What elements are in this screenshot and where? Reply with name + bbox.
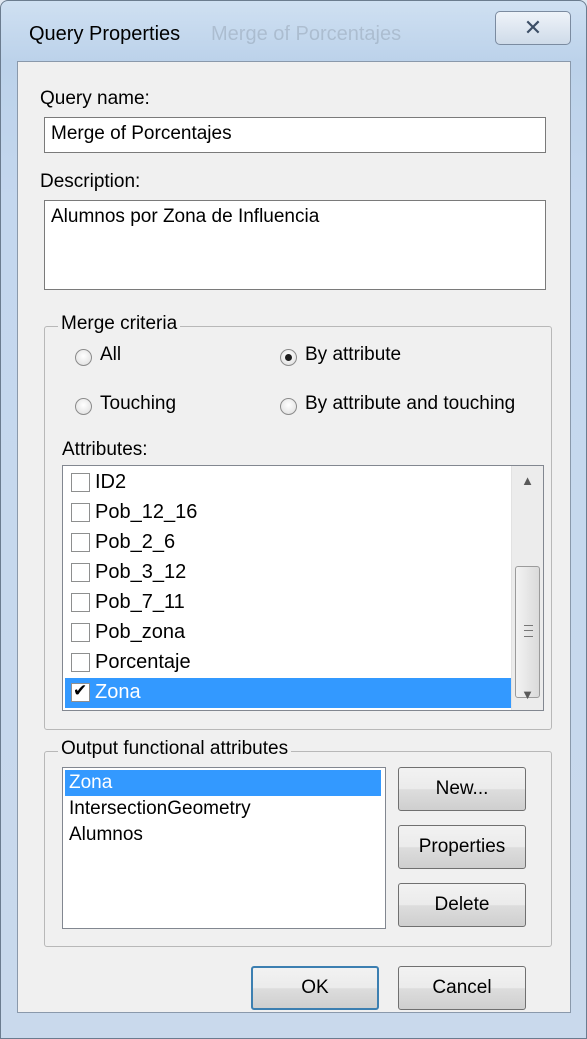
scroll-grip-icon	[524, 625, 533, 637]
properties-button[interactable]: Properties	[398, 825, 526, 869]
radio-all-label[interactable]: All	[100, 344, 121, 366]
new-button-label: New...	[435, 778, 489, 799]
query-name-label: Query name:	[40, 88, 150, 109]
cancel-button-label: Cancel	[432, 977, 492, 998]
scroll-down-icon[interactable]: ▼	[512, 680, 543, 710]
attribute-checkbox[interactable]	[71, 623, 90, 642]
cancel-button[interactable]: Cancel	[398, 966, 526, 1010]
attribute-item-id2[interactable]: ID2	[65, 468, 511, 498]
output-attributes-title: Output functional attributes	[58, 738, 292, 760]
radio-by-attribute-label[interactable]: By attribute	[305, 344, 401, 366]
attribute-item-label: Pob_2_6	[95, 531, 176, 553]
dialog-body: Query name: Merge of Porcentajes Descrip…	[17, 61, 571, 1013]
output-item-label: Zona	[69, 772, 113, 793]
attribute-item-pob-2-6[interactable]: Pob_2_6	[65, 528, 511, 558]
attribute-item-label: Porcentaje	[95, 651, 191, 673]
dialog-title: Query Properties	[29, 23, 181, 45]
scroll-thumb[interactable]	[515, 566, 540, 698]
attribute-item-pob-3-12[interactable]: Pob_3_12	[65, 558, 511, 588]
query-name-input[interactable]: Merge of Porcentajes	[44, 117, 546, 153]
attribute-checkbox[interactable]	[71, 503, 90, 522]
description-textarea[interactable]: Alumnos por Zona de Influencia	[44, 200, 546, 290]
attribute-item-pob-zona[interactable]: Pob_zona	[65, 618, 511, 648]
ok-button-label: OK	[301, 977, 329, 998]
merge-criteria-title: Merge criteria	[58, 313, 181, 335]
attribute-checkbox[interactable]	[71, 653, 90, 672]
attribute-item-pob-7-11[interactable]: Pob_7_11	[65, 588, 511, 618]
attribute-item-label: Zona	[95, 681, 141, 703]
delete-button[interactable]: Delete	[398, 883, 526, 927]
attribute-item-label: Pob_12_16	[95, 501, 198, 523]
attribute-checkbox[interactable]	[71, 473, 90, 492]
output-item-alumnos[interactable]: Alumnos	[65, 822, 381, 848]
radio-by-attribute-and-touching-label[interactable]: By attribute and touching	[305, 393, 515, 415]
output-item-zona[interactable]: Zona	[65, 770, 381, 796]
query-properties-dialog: Merge of Porcentajes Query Properties ✕ …	[0, 0, 587, 1039]
attribute-item-zona[interactable]: Zona	[65, 678, 511, 708]
output-attributes-list[interactable]: Zona IntersectionGeometry Alumnos	[62, 767, 386, 929]
new-button[interactable]: New...	[398, 767, 526, 811]
title-bar-ghost-text: Merge of Porcentajes	[211, 23, 402, 45]
attribute-item-porcentaje[interactable]: Porcentaje	[65, 648, 511, 678]
attribute-item-label: Pob_3_12	[95, 561, 187, 583]
attribute-item-pob-12-16[interactable]: Pob_12_16	[65, 498, 511, 528]
description-label: Description:	[40, 171, 141, 192]
attributes-label: Attributes:	[62, 439, 148, 460]
output-item-label: Alumnos	[69, 824, 143, 845]
attribute-item-label: Pob_zona	[95, 621, 186, 643]
properties-button-label: Properties	[418, 836, 506, 857]
attribute-checkbox[interactable]	[71, 533, 90, 552]
radio-by-attribute-and-touching[interactable]	[280, 398, 297, 415]
attribute-item-label: Pob_7_11	[95, 591, 185, 613]
attribute-checkbox[interactable]	[71, 593, 90, 612]
output-item-intersection-geometry[interactable]: IntersectionGeometry	[65, 796, 381, 822]
attributes-list[interactable]: ID2 Pob_12_16 Pob_2_6 Pob_3_12 Pob_7_11 …	[62, 465, 544, 711]
attributes-scrollbar[interactable]: ▲ ▼	[511, 466, 543, 710]
attribute-item-label: ID2	[95, 471, 127, 493]
close-button[interactable]: ✕	[495, 11, 571, 45]
radio-by-attribute[interactable]	[280, 349, 297, 366]
attribute-checkbox[interactable]	[71, 563, 90, 582]
output-item-label: IntersectionGeometry	[69, 798, 251, 819]
radio-touching-label[interactable]: Touching	[100, 393, 176, 415]
scroll-up-icon[interactable]: ▲	[512, 466, 543, 496]
ok-button[interactable]: OK	[251, 966, 379, 1010]
attribute-checkbox[interactable]	[71, 681, 90, 702]
radio-all[interactable]	[75, 349, 92, 366]
delete-button-label: Delete	[434, 894, 490, 915]
close-icon: ✕	[523, 15, 543, 40]
radio-touching[interactable]	[75, 398, 92, 415]
